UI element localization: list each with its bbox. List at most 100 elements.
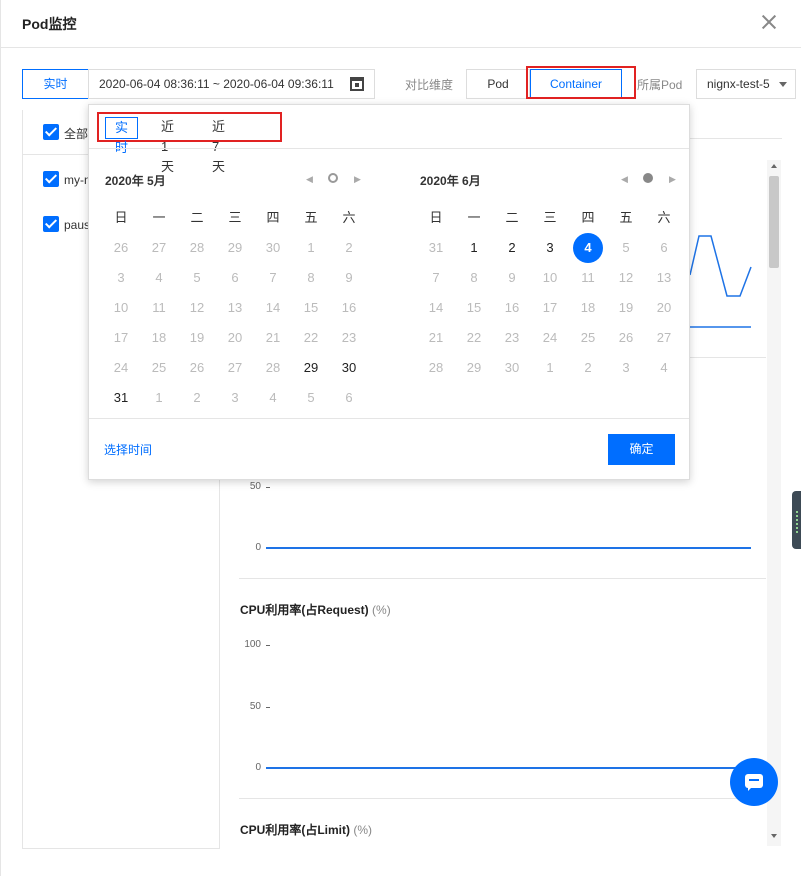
calendar-day[interactable]: 3 [216, 383, 254, 413]
calendar-day[interactable]: 10 [531, 263, 569, 293]
calendar-day[interactable]: 3 [531, 233, 569, 263]
calendar-day[interactable]: 14 [254, 293, 292, 323]
prev-month-icon[interactable]: ◀ [621, 174, 628, 185]
calendar-day[interactable]: 4 [254, 383, 292, 413]
calendar-day[interactable]: 7 [254, 263, 292, 293]
calendar-day[interactable]: 9 [330, 263, 368, 293]
calendar-day[interactable]: 30 [254, 233, 292, 263]
calendar-day[interactable]: 23 [330, 323, 368, 353]
calendar-day[interactable]: 29 [455, 353, 493, 383]
calendar-day[interactable]: 6 [645, 233, 683, 263]
calendar-day[interactable]: 5 [292, 383, 330, 413]
quick-1day-button[interactable]: 近1天 [161, 117, 174, 174]
calendar-day[interactable]: 9 [493, 263, 531, 293]
calendar-day[interactable]: 23 [493, 323, 531, 353]
calendar-day[interactable]: 11 [569, 263, 607, 293]
calendar-day[interactable]: 24 [102, 353, 140, 383]
scroll-up-icon[interactable] [771, 164, 777, 168]
calendar-day[interactable]: 29 [292, 353, 330, 383]
choose-time-link[interactable]: 选择时间 [104, 441, 152, 458]
calendar-day[interactable]: 31 [102, 383, 140, 413]
calendar-day[interactable]: 2 [330, 233, 368, 263]
calendar-day[interactable]: 4 [645, 353, 683, 383]
calendar-day[interactable]: 4 [569, 233, 607, 263]
calendar-day[interactable]: 28 [178, 233, 216, 263]
calendar-day[interactable]: 18 [569, 293, 607, 323]
calendar-day[interactable]: 20 [645, 293, 683, 323]
scrollbar-thumb[interactable] [769, 176, 779, 268]
calendar-day[interactable]: 26 [607, 323, 645, 353]
close-icon[interactable] [761, 14, 777, 30]
calendar-day[interactable]: 10 [102, 293, 140, 323]
side-drawer-handle[interactable] [792, 491, 801, 549]
current-month-dot-icon[interactable] [328, 173, 338, 183]
calendar-day[interactable]: 7 [417, 263, 455, 293]
calendar-day[interactable]: 1 [455, 233, 493, 263]
calendar-day[interactable]: 2 [493, 233, 531, 263]
calendar-day[interactable]: 5 [178, 263, 216, 293]
calendar-day[interactable]: 22 [455, 323, 493, 353]
calendar-day[interactable]: 31 [417, 233, 455, 263]
calendar-day[interactable]: 27 [645, 323, 683, 353]
calendar-day[interactable]: 26 [178, 353, 216, 383]
calendar-day[interactable]: 27 [216, 353, 254, 383]
calendar-day[interactable]: 16 [493, 293, 531, 323]
calendar-day[interactable]: 18 [140, 323, 178, 353]
calendar-day[interactable]: 1 [140, 383, 178, 413]
time-range-input[interactable]: 2020-06-04 08:36:11 ~ 2020-06-04 09:36:1… [88, 69, 375, 99]
calendar-day[interactable]: 3 [102, 263, 140, 293]
calendar-day[interactable]: 14 [417, 293, 455, 323]
current-month-dot-icon[interactable] [643, 173, 653, 183]
next-month-icon[interactable]: ▶ [669, 174, 676, 185]
checkbox-item[interactable] [43, 171, 59, 187]
calendar-day[interactable]: 11 [140, 293, 178, 323]
calendar-day[interactable]: 17 [531, 293, 569, 323]
pod-select[interactable]: nignx-test-5 [696, 69, 796, 99]
calendar-day[interactable]: 15 [455, 293, 493, 323]
calendar-day[interactable]: 2 [569, 353, 607, 383]
calendar-day[interactable]: 15 [292, 293, 330, 323]
calendar-day[interactable]: 21 [417, 323, 455, 353]
realtime-button[interactable]: 实时 [22, 69, 89, 99]
calendar-day[interactable]: 24 [531, 323, 569, 353]
calendar-day[interactable]: 19 [607, 293, 645, 323]
calendar-day[interactable]: 21 [254, 323, 292, 353]
calendar-day[interactable]: 28 [254, 353, 292, 383]
calendar-day[interactable]: 12 [178, 293, 216, 323]
quick-7day-button[interactable]: 近7天 [212, 117, 225, 174]
calendar-day[interactable]: 3 [607, 353, 645, 383]
calendar-day[interactable]: 5 [607, 233, 645, 263]
calendar-day[interactable]: 26 [102, 233, 140, 263]
calendar-day[interactable]: 27 [140, 233, 178, 263]
chat-button[interactable] [730, 758, 778, 806]
calendar-day[interactable]: 8 [292, 263, 330, 293]
quick-realtime-button[interactable]: 实时 [105, 117, 139, 155]
calendar-day[interactable]: 13 [216, 293, 254, 323]
calendar-day[interactable]: 16 [330, 293, 368, 323]
calendar-day[interactable]: 6 [216, 263, 254, 293]
calendar-day[interactable]: 8 [455, 263, 493, 293]
prev-month-icon[interactable]: ◀ [306, 174, 313, 185]
calendar-day[interactable]: 25 [140, 353, 178, 383]
calendar-day[interactable]: 13 [645, 263, 683, 293]
next-month-icon[interactable]: ▶ [354, 174, 361, 185]
checkbox-all[interactable] [43, 124, 59, 140]
calendar-day[interactable]: 30 [330, 353, 368, 383]
calendar-day[interactable]: 17 [102, 323, 140, 353]
calendar-day[interactable]: 2 [178, 383, 216, 413]
calendar-day[interactable]: 22 [292, 323, 330, 353]
compare-pod-option[interactable]: Pod [466, 69, 530, 99]
calendar-day[interactable]: 28 [417, 353, 455, 383]
calendar-day[interactable]: 1 [531, 353, 569, 383]
checkbox-item[interactable] [43, 216, 59, 232]
calendar-day[interactable]: 29 [216, 233, 254, 263]
calendar-icon[interactable] [350, 77, 364, 91]
calendar-day[interactable]: 25 [569, 323, 607, 353]
calendar-day[interactable]: 1 [292, 233, 330, 263]
scroll-down-icon[interactable] [771, 834, 777, 838]
calendar-day[interactable]: 30 [493, 353, 531, 383]
calendar-day[interactable]: 4 [140, 263, 178, 293]
confirm-button[interactable]: 确定 [608, 434, 675, 465]
calendar-day[interactable]: 19 [178, 323, 216, 353]
calendar-day[interactable]: 20 [216, 323, 254, 353]
